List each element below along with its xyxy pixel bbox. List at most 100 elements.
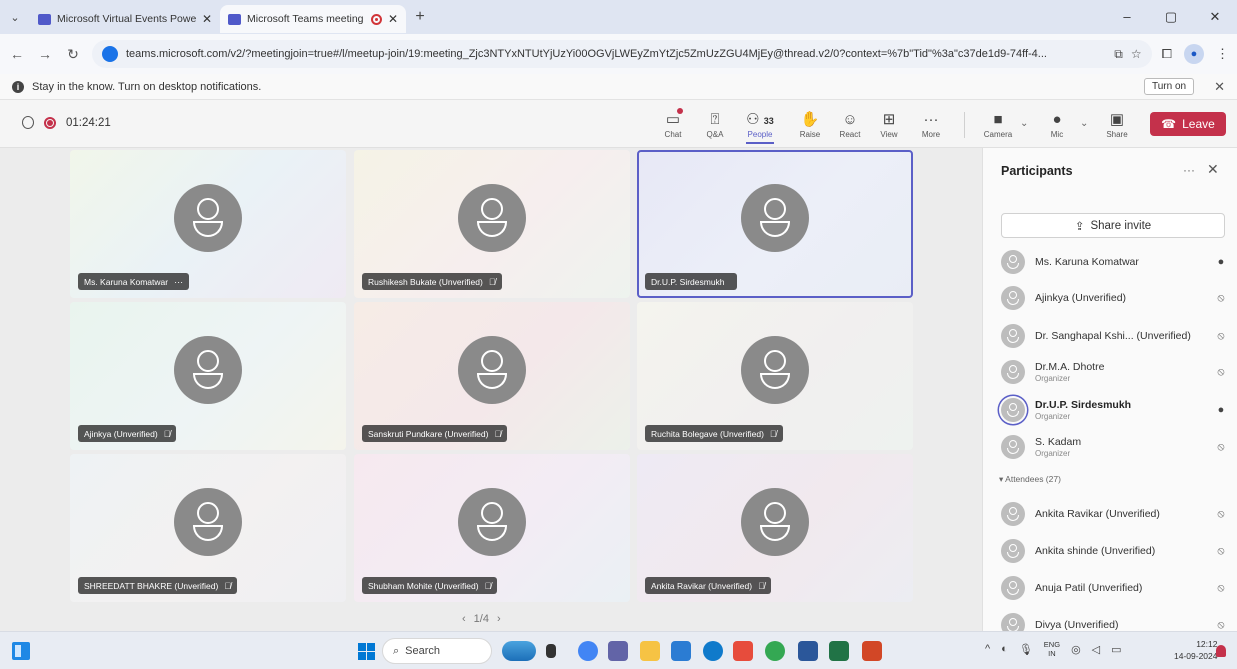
language-indicator[interactable]: ENG IN (1044, 640, 1060, 658)
camera-button[interactable]: ■ Camera (978, 104, 1018, 144)
tab-virtual-events[interactable]: Microsoft Virtual Events Powere ✕ (30, 5, 220, 33)
edge-icon[interactable] (703, 641, 723, 661)
chrome-profile-icon[interactable] (765, 641, 785, 661)
wifi-icon[interactable]: ◎ (1071, 643, 1081, 656)
battery-icon[interactable]: ▭ (1111, 643, 1121, 656)
url-text[interactable]: teams.microsoft.com/v2/?meetingjoin=true… (126, 48, 1106, 60)
url-field[interactable]: teams.microsoft.com/v2/?meetingjoin=true… (92, 40, 1152, 68)
attendees-section-header[interactable]: ▾ Attendees (27) (999, 474, 1061, 485)
mail-app-icon[interactable] (733, 641, 753, 661)
tab-close-icon[interactable]: ✕ (388, 12, 398, 26)
next-page-button[interactable]: › (497, 613, 501, 625)
panel-close-icon[interactable]: ✕ (1207, 161, 1219, 178)
open-in-app-icon[interactable]: ⧉ (1114, 47, 1123, 62)
grid-view-icon: ⊞ (882, 110, 896, 128)
video-tile[interactable]: Ankita Ravikar (Unverified) 🎙̸ (637, 454, 913, 602)
attendee-row[interactable]: Anuja Patil (Unverified) ⦸ (1001, 571, 1229, 605)
teams-icon[interactable] (608, 641, 628, 661)
start-button[interactable] (358, 643, 375, 660)
tray-mic-icon[interactable]: 🎙 (1019, 643, 1033, 656)
tab-close-icon[interactable]: ✕ (202, 12, 212, 26)
windows-taskbar: ⌕ Search ^ ◐ 🎙 ENG IN ◎ ◁ ▭ 12:12 14-09-2… (0, 631, 1237, 669)
bookmark-star-icon[interactable]: ☆ (1131, 47, 1142, 61)
clock-time: 12:12 (1196, 639, 1218, 649)
leave-button[interactable]: ☎ Leave (1150, 112, 1226, 136)
powerpoint-icon[interactable] (862, 641, 882, 661)
video-tile[interactable]: SHREEDATT BHAKRE (Unverified) 🎙̸ (70, 454, 346, 602)
reload-icon[interactable]: ↻ (64, 46, 82, 63)
forward-arrow-icon[interactable]: → (36, 46, 54, 62)
participant-role: Organizer (1035, 412, 1071, 421)
mic-off-icon: ⦸ (1217, 507, 1225, 520)
taskbar-search[interactable]: ⌕ Search (382, 638, 492, 664)
prev-page-button[interactable]: ‹ (462, 613, 466, 625)
weather-widget-icon[interactable] (502, 641, 536, 661)
react-button[interactable]: ☺ React (830, 104, 870, 144)
video-tile[interactable]: Sanskruti Pundkare (Unverified) 🎙̸ (354, 302, 630, 450)
minimize-button[interactable]: – (1105, 9, 1149, 25)
profile-avatar[interactable]: ● (1184, 44, 1204, 64)
browser-menu-icon[interactable]: ⋮ (1216, 46, 1229, 62)
site-info-icon[interactable] (102, 46, 118, 62)
file-explorer-icon[interactable] (640, 641, 660, 661)
people-button[interactable]: ⚇ 33 People (740, 104, 780, 144)
mic-options-chevron-icon[interactable]: ⌄ (1080, 118, 1088, 129)
mic-on-icon: ● (1217, 256, 1225, 268)
info-icon: i (12, 80, 24, 93)
participant-name: Dr.U.P. Sirdesmukh (1035, 399, 1132, 411)
attendee-row[interactable]: Ankita shinde (Unverified) ⦸ (1001, 534, 1229, 568)
attendee-row[interactable]: Ankita Ravikar (Unverified) ⦸ (1001, 497, 1229, 531)
participant-avatar (1001, 286, 1025, 310)
turn-on-button[interactable]: Turn on (1144, 78, 1195, 95)
participant-row[interactable]: Dr.U.P. Sirdesmukh Organizer ● (1001, 393, 1229, 427)
volume-icon[interactable]: ◁ (1092, 643, 1100, 656)
video-tile[interactable]: Ms. Karuna Komatwar ··· (70, 150, 346, 298)
camera-options-chevron-icon[interactable]: ⌄ (1020, 118, 1028, 129)
chat-button[interactable]: ▭ Chat (653, 104, 693, 144)
panel-more-icon[interactable]: ··· (1183, 163, 1195, 177)
video-tile[interactable]: Rushikesh Bukate (Unverified) 🎙̸ (354, 150, 630, 298)
participant-name-chip: Sanskruti Pundkare (Unverified) 🎙̸ (362, 425, 508, 442)
mic-button[interactable]: ● Mic (1037, 104, 1077, 144)
close-window-button[interactable]: ✕ (1193, 9, 1237, 25)
video-tile[interactable]: Dr.U.P. Sirdesmukh (637, 150, 913, 298)
notification-bell-icon[interactable] (1216, 645, 1226, 657)
video-tile[interactable]: Ruchita Bolegave (Unverified) 🎙̸ (637, 302, 913, 450)
back-arrow-icon[interactable]: ← (8, 46, 26, 62)
store-icon[interactable] (671, 641, 691, 661)
participant-name: S. Kadam (1035, 436, 1082, 448)
tab-title: Microsoft Virtual Events Powere (57, 13, 196, 25)
participant-row[interactable]: Ms. Karuna Komatwar ● (1001, 245, 1229, 279)
close-icon[interactable]: ✕ (1214, 79, 1225, 95)
raise-hand-button[interactable]: ✋ Raise (790, 104, 830, 144)
desktop-notification-banner: i Stay in the know. Turn on desktop noti… (0, 74, 1237, 100)
widgets-icon[interactable] (12, 642, 30, 660)
excel-icon[interactable] (829, 641, 849, 661)
word-icon[interactable] (798, 641, 818, 661)
participant-name: Sanskruti Pundkare (Unverified) (368, 428, 489, 439)
task-view-icon[interactable] (546, 644, 556, 658)
participant-row[interactable]: S. Kadam Organizer ⦸ (1001, 430, 1229, 464)
participant-row[interactable]: Ajinkya (Unverified) ⦸ (1001, 281, 1229, 315)
qa-button[interactable]: ⍰ Q&A (695, 104, 735, 144)
video-tile[interactable]: Shubham Mohite (Unverified) 🎙̸ (354, 454, 630, 602)
tray-app-icon[interactable]: ◐ (1001, 643, 1008, 655)
share-icon: ⇪ (1074, 220, 1085, 233)
extensions-icon[interactable]: ⧠ (1162, 46, 1172, 62)
mic-muted-icon: 🎙̸ (484, 580, 492, 591)
more-button[interactable]: ··· More (911, 104, 951, 144)
view-button[interactable]: ⊞ View (869, 104, 909, 144)
tray-overflow-icon[interactable]: ^ (985, 643, 990, 655)
new-tab-button[interactable]: + (406, 8, 434, 26)
clock[interactable]: 12:12 14-09-2024 (1174, 638, 1217, 662)
maximize-button[interactable]: ▢ (1149, 9, 1193, 25)
participant-row[interactable]: Dr.M.A. Dhotre Organizer ⦸ (1001, 355, 1229, 389)
share-invite-button[interactable]: ⇪ Share invite (1001, 213, 1225, 238)
chrome-icon[interactable] (578, 641, 598, 661)
share-button[interactable]: ▣ Share (1097, 104, 1137, 144)
tab-search-chevron-icon[interactable]: ⌄ (0, 0, 30, 34)
participant-row[interactable]: Dr. Sanghapal Kshi... (Unverified) ⦸ (1001, 319, 1229, 353)
tab-teams-meeting[interactable]: Microsoft Teams meeting | ✕ (220, 5, 406, 33)
meeting-info-icon[interactable] (22, 116, 34, 129)
video-tile[interactable]: Ajinkya (Unverified) 🎙̸ (70, 302, 346, 450)
